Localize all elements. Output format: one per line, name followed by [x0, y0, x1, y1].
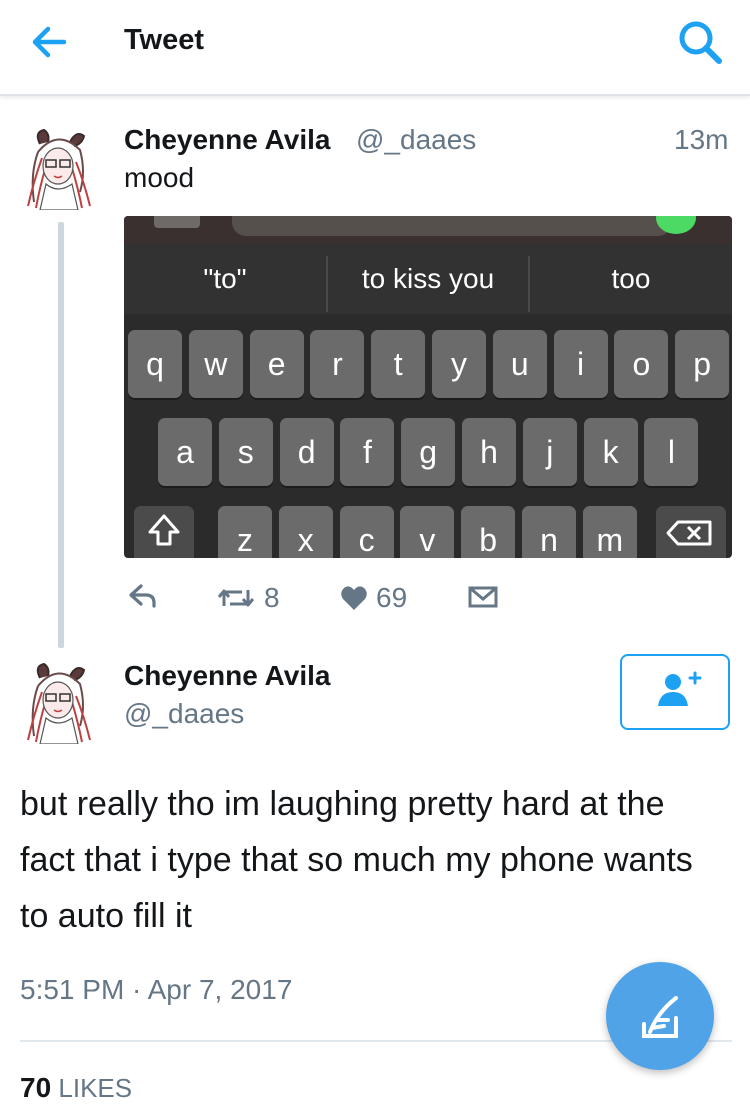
like-count: 69	[376, 582, 408, 613]
retweet-icon	[217, 589, 255, 607]
key-j: j	[522, 418, 577, 486]
key-i: i	[553, 330, 608, 398]
compose-tweet-button[interactable]	[606, 962, 714, 1070]
key-z: z	[218, 506, 272, 558]
key-d: d	[279, 418, 334, 486]
key-b: b	[461, 506, 516, 558]
retweet-button[interactable]: 8	[216, 582, 280, 614]
author-handle[interactable]: @_daaes	[124, 698, 244, 730]
direct-message-button[interactable]	[468, 586, 498, 608]
search-button[interactable]	[674, 16, 728, 70]
add-user-icon	[658, 671, 702, 706]
backspace-icon	[666, 520, 712, 546]
key-n: n	[522, 506, 576, 558]
shift-key	[134, 506, 194, 558]
back-button[interactable]	[28, 20, 72, 64]
suggestion-item: to kiss you	[361, 263, 495, 294]
backspace-key	[656, 506, 726, 558]
key-k: k	[583, 418, 638, 486]
key-f: f	[340, 418, 395, 486]
search-icon	[679, 21, 722, 64]
likes-count: 70	[20, 1072, 52, 1103]
key-u: u	[492, 330, 547, 398]
tweet-image[interactable]: "to" to kiss you too qwertyuiop asdfghjkl…	[124, 216, 732, 558]
key-g: g	[401, 418, 456, 486]
retweet-count: 8	[264, 582, 280, 613]
key-o: o	[614, 330, 669, 398]
key-a: a	[158, 418, 212, 486]
key-e: e	[249, 330, 304, 398]
envelope-icon	[468, 586, 498, 608]
likes-summary[interactable]: 70 LIKES	[20, 1072, 132, 1104]
tweet-timestamp: 5:51 PM · Apr 7, 2017	[20, 974, 293, 1005]
page-title: Tweet	[124, 24, 205, 56]
suggestion-item: "to"	[203, 263, 247, 294]
tweet-time: 13m	[674, 124, 729, 155]
avatar[interactable]	[20, 122, 96, 211]
author-name[interactable]: Cheyenne Avila	[124, 660, 330, 692]
key-r: r	[310, 330, 365, 398]
heart-icon	[341, 586, 367, 610]
thread-line	[58, 222, 64, 648]
keyboard-suggestion-bar: "to" to kiss you too	[124, 244, 732, 314]
author-handle[interactable]: @_daaes	[356, 124, 476, 156]
shift-icon	[148, 514, 180, 546]
key-p: p	[675, 330, 730, 398]
image-top-strip	[124, 216, 732, 244]
key-c: c	[339, 506, 394, 558]
follow-button[interactable]	[620, 654, 730, 730]
key-y: y	[432, 330, 486, 398]
like-button[interactable]: 69	[340, 582, 407, 614]
top-bar: Tweet	[0, 0, 750, 96]
key-t: t	[371, 330, 426, 398]
arrow-left-icon	[32, 26, 67, 58]
reply-button[interactable]	[128, 582, 158, 610]
reply-icon	[129, 584, 156, 608]
key-w: w	[188, 330, 243, 398]
compose-tweet-icon	[642, 996, 678, 1038]
key-q: q	[128, 330, 182, 398]
key-s: s	[218, 418, 273, 486]
avatar[interactable]	[20, 656, 96, 745]
key-v: v	[400, 506, 455, 558]
author-name[interactable]: Cheyenne Avila	[124, 124, 330, 156]
key-l: l	[644, 418, 699, 486]
key-m: m	[582, 506, 637, 558]
key-x: x	[278, 506, 333, 558]
key-h: h	[462, 418, 516, 486]
avatar-drawing	[20, 656, 96, 745]
avatar-drawing	[20, 122, 96, 211]
tweet-body: but really tho im laughing pretty hard a…	[20, 785, 693, 935]
likes-label: LIKES	[58, 1073, 133, 1103]
suggestion-item: too	[611, 263, 651, 294]
tweet-text: mood	[124, 162, 195, 193]
